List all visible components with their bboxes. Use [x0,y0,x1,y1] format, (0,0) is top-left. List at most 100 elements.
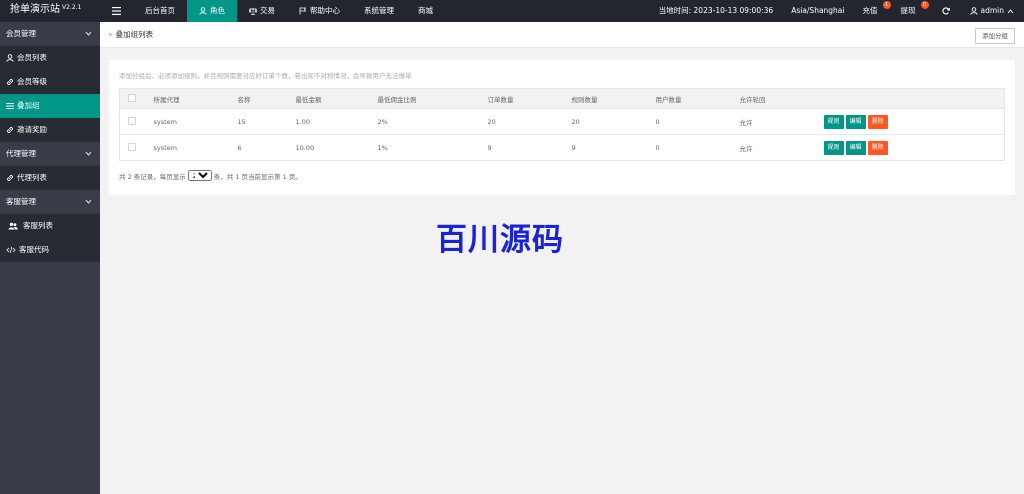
chevron-up-icon [1007,8,1014,13]
row-checkbox[interactable] [128,142,136,151]
group-table: 所属代理 名称 最低金额 最低佣金比例 订单数量 规则数量 用户数量 允许轮回 … [119,88,1005,161]
main-nav: 后台首页 角色 交易 帮助中心 系统管理 商城 [100,0,445,22]
sidebar-item-invite-reward[interactable]: 邀请奖励 [0,118,100,142]
column-header: 最低金额 [287,88,370,109]
menu-toggle-button[interactable] [100,0,133,22]
edit-button[interactable]: 编辑 [845,114,866,129]
nav-mall-label: 商城 [418,6,433,15]
cell-agent: system [145,134,230,161]
user-menu[interactable]: admin [962,0,1024,22]
select-all-checkbox[interactable] [128,93,136,102]
nav-role-label: 角色 [210,6,225,15]
sidebar-group-members[interactable]: 会员管理 [0,22,100,46]
recharge-badge: 1 [882,1,891,9]
table-header-row: 所属代理 名称 最低金额 最低佣金比例 订单数量 规则数量 用户数量 允许轮回 [119,88,1005,109]
sidebar-item-support-list[interactable]: 客服列表 [0,214,100,238]
sidebar-group-support[interactable]: 客服管理 [0,190,100,214]
timezone: Asia/Shanghai [782,0,853,22]
cell-agent: system [145,108,230,135]
username: admin [980,6,1005,15]
site-logo: 抢单演示站 V2.2.1 [0,0,100,22]
nav-help[interactable]: 帮助中心 [287,0,352,22]
rule-button[interactable]: 规则 [823,114,844,129]
group-label: 客服管理 [6,197,36,206]
link-icon [7,127,13,133]
hamburger-icon [112,7,121,15]
withdraw-button[interactable]: 提现 0 [892,0,930,22]
withdraw-badge: 0 [920,1,929,9]
cell-users: 0 [647,108,732,135]
add-group-button[interactable]: 添加分组 [975,28,1015,44]
cell-rules: 20 [563,108,648,135]
nav-home[interactable]: 后台首页 [133,0,187,22]
cell-actions: 规则 编辑 删除 [815,108,1005,135]
delete-button[interactable]: 删除 [867,140,888,155]
scale-icon [249,7,257,15]
delete-button[interactable]: 删除 [867,114,888,129]
nav-trade-label: 交易 [260,6,275,15]
nav-mall[interactable]: 商城 [406,0,445,22]
logo-text: 抢单演示站 [10,4,60,15]
cell-orders: 9 [479,134,564,161]
nav-role[interactable]: 角色 [187,0,237,22]
refresh-icon [941,7,950,15]
pagination: 共 2 条记录，每页显示 20 条，共 1 页当前显示第 1 页。 [119,170,302,181]
column-header: 名称 [229,88,288,109]
column-header: 允许轮回 [731,88,816,109]
pager-prefix: 共 2 条记录，每页显示 [119,172,186,181]
code-icon [6,246,16,254]
sidebar: 会员管理 会员列表 会员等级 叠加组 邀请奖励 代理管理 代理列表 客服管理 客… [0,22,100,494]
sidebar-group-agents[interactable]: 代理管理 [0,142,100,166]
double-chevron-right-icon: » [108,30,113,39]
cell-orders: 20 [479,108,564,135]
page-size-select[interactable]: 20 [187,170,212,181]
column-header: 用户数量 [647,88,732,109]
refresh-button[interactable] [930,0,962,22]
sidebar-item-label: 会员列表 [17,53,47,62]
chevron-down-icon [85,151,92,156]
nav-home-label: 后台首页 [145,6,175,15]
watermark-text: 百川源码 [436,222,564,258]
sidebar-item-label: 代理列表 [17,173,47,182]
sidebar-item-agent-list[interactable]: 代理列表 [0,166,100,190]
top-header: 抢单演示站 V2.2.1 后台首页 角色 交易 帮助中心 系统管理 商城 当地时间… [0,0,1024,22]
user-icon [969,7,978,15]
pager-suffix: 条，共 1 页当前显示第 1 页。 [213,172,302,181]
list-icon [6,103,14,109]
sidebar-item-label: 邀请奖励 [17,125,47,134]
user-icon [6,54,14,62]
nav-trade[interactable]: 交易 [237,0,287,22]
rule-button[interactable]: 规则 [823,140,844,155]
sidebar-item-label: 客服代码 [19,245,49,254]
nav-system-label: 系统管理 [364,6,394,15]
content-card: 添加分组后，必须添加规则，并且规则需要对应好订单个数，若出现不对称情况，会导致用… [109,60,1015,195]
cell-loop: 允许 [731,134,816,161]
cell-min-ratio: 1% [369,134,480,161]
withdraw-label: 提现 [900,6,916,15]
group-label: 会员管理 [6,29,36,38]
sidebar-item-stack-group[interactable]: 叠加组 [0,94,100,118]
chevron-down-icon [85,31,92,36]
edit-button[interactable]: 编辑 [845,140,866,155]
breadcrumb-text: 叠加组列表 [115,30,154,39]
cell-min-ratio: 2% [369,108,480,135]
sidebar-item-support-code[interactable]: 客服代码 [0,238,100,262]
users-icon [8,222,18,230]
select-all-cell [119,88,146,109]
cell-min-amount: 1.00 [287,108,370,135]
sidebar-item-member-level[interactable]: 会员等级 [0,70,100,94]
flag-icon [299,7,307,15]
nav-system[interactable]: 系统管理 [352,0,406,22]
sidebar-item-member-list[interactable]: 会员列表 [0,46,100,70]
row-checkbox[interactable] [128,116,136,125]
column-header: 所属代理 [145,88,230,109]
user-icon [199,7,207,15]
version-label: V2.2.1 [62,4,82,11]
hint-text: 添加分组后，必须添加规则，并且规则需要对应好订单个数，若出现不对称情况，会导致用… [119,72,412,80]
sidebar-item-label: 会员等级 [17,77,47,86]
row-select-cell [119,108,146,135]
chevron-down-icon [85,199,92,204]
recharge-button[interactable]: 充值 1 [854,0,892,22]
cell-users: 0 [647,134,732,161]
local-time-text: 当地时间: 2023-10-13 09:00:36 [658,6,774,15]
